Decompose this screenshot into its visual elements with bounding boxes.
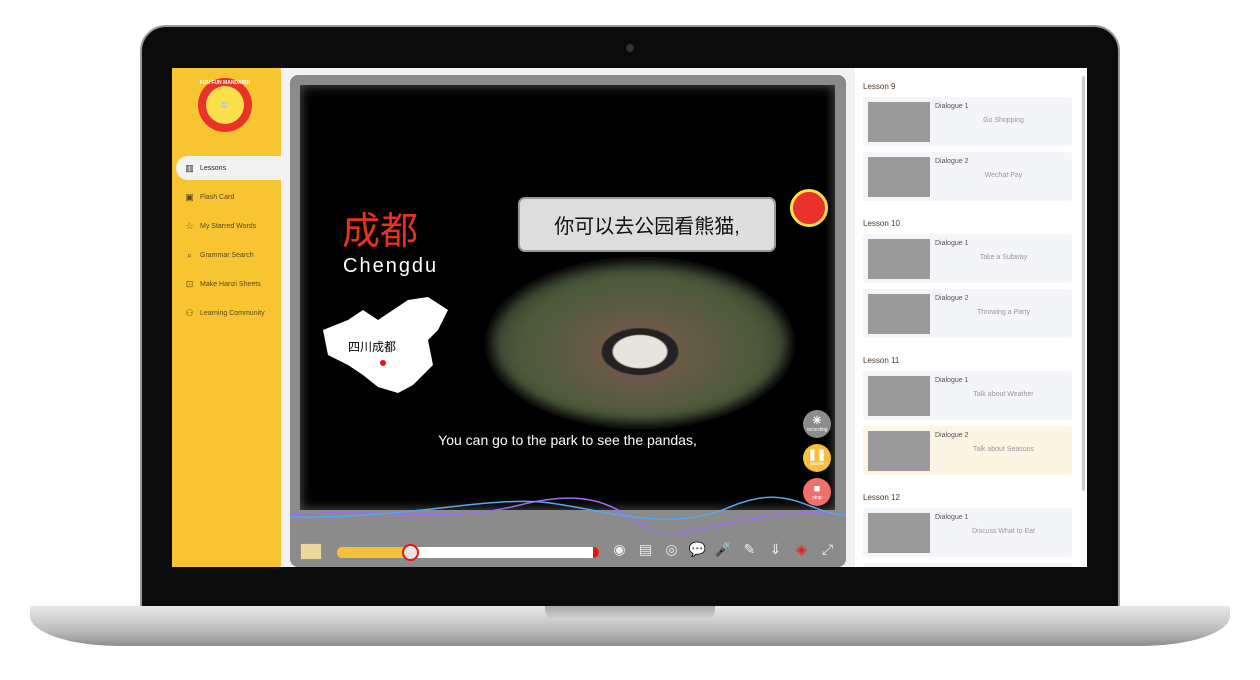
dialogue-card[interactable]: Dialogue 2 Wechat Pay (863, 152, 1072, 201)
abc-speech-icon[interactable]: 💬 (688, 540, 707, 559)
recording-button[interactable]: ✳ recording (803, 410, 831, 438)
lesson-heading: Lesson 11 (863, 356, 900, 365)
sidebar-item-label: Learning Community (200, 309, 265, 317)
dialogue-title: Discuss What to Eat (971, 528, 1036, 535)
fullscreen-icon[interactable]: ⤢ (818, 540, 837, 559)
dialogue-label: Dialogue 1 (935, 240, 969, 247)
book-icon[interactable] (300, 543, 322, 560)
dialogue-title: Talk about Seasons (972, 446, 1035, 453)
dialogue-label: Dialogue 1 (935, 103, 969, 110)
star-icon: ☆ (185, 220, 194, 231)
dialogue-title: Go Shopping (983, 117, 1024, 124)
sidebar-item-grammar-search[interactable]: ⌕ Grammar Search (176, 243, 281, 267)
laptop-notch (545, 606, 715, 620)
watermark-logo (790, 189, 828, 227)
sidebar-item-label: Flash Card (200, 193, 235, 201)
city-name-chinese: 成都 (342, 209, 419, 253)
sidebar-item-label: Make Hanzi Sheets (200, 280, 261, 288)
spinner-icon: ✳ (812, 414, 822, 427)
dialogue-thumbnail (868, 513, 930, 553)
dialogue-card[interactable]: Dialogue 1 Go Shopping (863, 97, 1072, 146)
dialogue-label: Dialogue 2 (935, 158, 969, 165)
download-icon[interactable]: ⇓ (766, 540, 785, 559)
sidebar-item-my-starred-words[interactable]: ☆ My Starred Words (176, 214, 281, 238)
video-frame[interactable]: 成都 Chengdu 四川成都 你可以去公园看熊猫, You can go to… (300, 85, 835, 510)
sidebar-item-label: My Starred Words (200, 222, 257, 230)
progress-handle[interactable] (402, 544, 420, 561)
lesson-list: Lesson 9 Dialogue 1 Go Shopping Dialogue 2 W… (855, 68, 1087, 567)
dialogue-title: Wechat Pay (984, 172, 1023, 179)
panda-image (485, 257, 795, 429)
dialogue-thumbnail (868, 157, 930, 197)
sidebar: FUN FUN MANDARIN 🦭 ▥ Lessons ▣ Flash Card ☆ My… (172, 68, 281, 567)
record-icon[interactable]: ◉ (610, 540, 629, 559)
dialogue-label: Dialogue 2 (935, 432, 969, 439)
dialogue-title: Throwing a Party (977, 309, 1030, 316)
sidebar-item-make-hanzi-sheets[interactable]: ⊡ Make Hanzi Sheets (176, 272, 281, 296)
dialogue-card[interactable]: Dialogue 1 Take a Subway (863, 234, 1072, 283)
lesson-heading: Lesson 10 (863, 219, 900, 228)
mascot-icon: 🦭 (206, 86, 244, 124)
dialogue-title: Talk about Weather (973, 391, 1034, 398)
grammar-search-icon: ⌕ (186, 249, 193, 260)
lesson-heading: Lesson 9 (863, 82, 896, 91)
dialogue-title: Take a Subway (979, 254, 1028, 261)
progress-fill (337, 547, 411, 558)
progress-bar[interactable] (337, 547, 599, 558)
dialogue-label: Dialogue 1 (935, 514, 969, 521)
dialogue-thumbnail (868, 431, 930, 471)
sidebar-item-flash-card[interactable]: ▣ Flash Card (176, 185, 281, 209)
audio-tape-icon[interactable]: ◎ (662, 540, 681, 559)
map-label: 四川成都 (346, 338, 399, 355)
webcam (626, 44, 634, 52)
sidebar-item-learning-community[interactable]: ⚇ Learning Community (176, 301, 281, 325)
microphone-icon[interactable]: 🎤 (714, 540, 733, 559)
books-icon: ▥ (185, 162, 194, 173)
logo: FUN FUN MANDARIN 🦭 (198, 78, 252, 132)
dialogue-card[interactable]: Dialogue 2 Talk about Seasons (863, 426, 1072, 475)
progress-end (593, 547, 599, 558)
english-subtitle: You can go to the park to see the pandas… (438, 432, 697, 448)
pause-icon: ❚❚ (807, 448, 827, 461)
pause-button[interactable]: ❚❚ pause (803, 444, 831, 472)
dialogue-thumbnail (868, 239, 930, 279)
dialogue-card[interactable]: Dialogue 1 Discuss What to Eat (863, 508, 1072, 557)
video-player: 成都 Chengdu 四川成都 你可以去公园看熊猫, You can go to… (290, 75, 846, 567)
sidebar-item-label: Lessons (200, 164, 227, 172)
dialogue-label: Dialogue 1 (935, 377, 969, 384)
chinese-caption-bubble: 你可以去公园看熊猫, (518, 197, 776, 252)
flash-card-icon: ▣ (185, 191, 194, 202)
dialogue-thumbnail (868, 294, 930, 334)
city-name-english: Chengdu (343, 255, 439, 277)
dialogue-card[interactable]: Dialogue 2Eating Hotpot (863, 563, 1072, 567)
dialogue-label: Dialogue 2 (935, 295, 969, 302)
hanzi-sheet-icon: ⊡ (185, 278, 194, 289)
dialogue-thumbnail (868, 102, 930, 142)
app-screen: FUN FUN MANDARIN 🦭 ▥ Lessons ▣ Flash Card ☆ My… (172, 68, 1087, 567)
sidebar-item-label: Grammar Search (200, 251, 254, 259)
lesson-heading: Lesson 12 (863, 493, 900, 502)
chinese-knot-icon[interactable]: ◈ (792, 540, 811, 559)
community-icon: ⚇ (185, 307, 194, 318)
scrollbar[interactable] (1082, 76, 1085, 491)
dialogue-thumbnail (868, 376, 930, 416)
audio-wave (290, 496, 846, 535)
dialogue-card[interactable]: Dialogue 2 Throwing a Party (863, 289, 1072, 338)
sidebar-item-lessons[interactable]: ▥ Lessons (176, 156, 281, 180)
dialogue-card[interactable]: Dialogue 1 Talk about Weather (863, 371, 1072, 420)
worksheet-icon[interactable]: ▤ (636, 540, 655, 559)
writing-icon[interactable]: ✎ (740, 540, 759, 559)
control-bar: ◉ ▤ ◎ 💬 🎤 ✎ ⇓ ◈ ⤢ (290, 496, 846, 567)
